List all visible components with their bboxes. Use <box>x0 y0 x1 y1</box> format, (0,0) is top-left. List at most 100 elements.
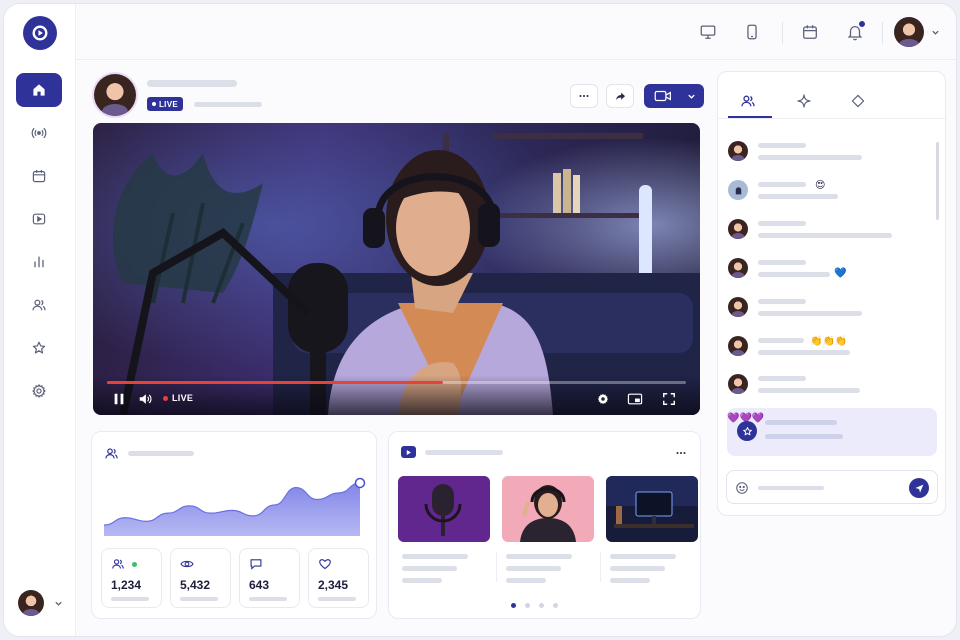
stat-value: 2,345 <box>318 578 349 592</box>
volume-button[interactable] <box>137 391 153 407</box>
mobile-view-button[interactable] <box>740 20 764 44</box>
home-icon <box>33 84 45 96</box>
chat-message: 👏👏👏 <box>728 334 938 358</box>
avatar <box>728 374 748 394</box>
send-icon <box>914 484 923 493</box>
video-thumbnail[interactable] <box>398 476 490 542</box>
avatar <box>728 180 748 200</box>
video-frame <box>93 123 700 415</box>
picture-in-picture-icon <box>627 393 643 405</box>
chat-emoji: 👏👏👏 <box>810 336 848 347</box>
carousel-dot[interactable] <box>525 603 530 608</box>
diamond-icon <box>851 94 865 108</box>
video-title-placeholder <box>506 554 572 559</box>
more-button[interactable] <box>570 84 598 108</box>
chat-name-placeholder <box>758 221 806 226</box>
online-dot <box>132 562 137 567</box>
video-thumbnail[interactable] <box>502 476 594 542</box>
video-meta-placeholder <box>402 566 457 571</box>
stat-value: 5,432 <box>180 578 211 592</box>
stat-value: 1,234 <box>111 578 142 592</box>
sidebar-item-broadcast[interactable] <box>16 116 62 150</box>
avatar <box>728 219 748 239</box>
chat-text-placeholder <box>758 350 850 355</box>
smiley-icon[interactable] <box>735 481 749 495</box>
play-logo-icon[interactable] <box>23 16 57 50</box>
tab-shapes[interactable] <box>838 86 878 116</box>
chat-text-placeholder <box>758 233 892 238</box>
live-indicator: LIVE <box>163 393 193 403</box>
sidebar-item-home[interactable] <box>16 73 62 107</box>
sidebar-item-audience[interactable] <box>16 288 62 322</box>
chat-panel: 😍 💙 👏👏👏 💜💜💜 <box>717 71 946 516</box>
camera-button[interactable] <box>644 84 704 108</box>
divider <box>600 552 601 582</box>
video-meta-placeholder <box>402 578 442 583</box>
desktop-view-button[interactable] <box>696 20 720 44</box>
picture-in-picture-button[interactable] <box>626 391 644 407</box>
send-button[interactable] <box>909 478 929 498</box>
sidebar <box>4 4 76 636</box>
chat-composer[interactable] <box>726 470 938 504</box>
gear-icon <box>597 393 609 405</box>
desktop-icon <box>700 25 716 39</box>
share-button[interactable] <box>606 84 634 108</box>
progress-bar[interactable] <box>107 381 686 384</box>
stat-viewers: 1,234 <box>101 548 162 608</box>
viewers-area-chart <box>103 477 366 536</box>
sidebar-item-favorites[interactable] <box>16 331 62 365</box>
more-dots-icon[interactable] <box>674 446 688 460</box>
users-icon <box>32 299 46 311</box>
profile-menu[interactable] <box>894 17 940 47</box>
sidebar-item-videos[interactable] <box>16 202 62 236</box>
chat-name-placeholder <box>758 260 806 265</box>
chat-text-placeholder <box>758 272 830 277</box>
carousel-pagination[interactable] <box>511 603 558 608</box>
chart-point[interactable] <box>354 477 366 489</box>
sidebar-item-calendar[interactable] <box>16 159 62 193</box>
calendar-icon <box>32 170 46 183</box>
message-input-placeholder[interactable] <box>758 486 824 490</box>
share-arrow-icon <box>615 92 625 100</box>
chevron-down-icon <box>55 601 62 606</box>
chat-name-placeholder <box>758 143 806 148</box>
account-menu[interactable] <box>18 590 63 616</box>
chevron-down-icon <box>932 30 939 35</box>
divider <box>496 552 497 582</box>
carousel-dot[interactable] <box>511 603 516 608</box>
settings-button[interactable] <box>595 391 611 407</box>
sidebar-item-settings[interactable] <box>16 374 62 408</box>
video-player[interactable]: LIVE <box>93 123 700 415</box>
card-title-placeholder <box>128 451 194 456</box>
avatar <box>728 258 748 278</box>
chat-name-placeholder <box>758 338 804 343</box>
chat-message <box>728 139 938 163</box>
pause-button[interactable] <box>111 391 127 407</box>
notifications-button[interactable] <box>843 20 867 44</box>
sidebar-item-analytics[interactable] <box>16 245 62 279</box>
tab-people[interactable] <box>728 86 768 116</box>
pause-icon <box>114 393 124 405</box>
sparkle-icon <box>797 94 811 108</box>
heart-icon <box>319 559 331 570</box>
schedule-button[interactable] <box>798 20 822 44</box>
chat-text-placeholder <box>758 194 838 199</box>
star-badge-icon <box>737 421 757 441</box>
chat-emoji: 😍 <box>815 180 826 191</box>
video-meta-placeholder <box>506 566 561 571</box>
video-title-placeholder <box>610 554 676 559</box>
bar-chart-icon <box>34 256 44 268</box>
streamer-avatar[interactable] <box>94 74 136 116</box>
divider <box>718 118 945 119</box>
viewers-icon <box>112 559 124 569</box>
tab-effects[interactable] <box>784 86 824 116</box>
highlighted-message: 💜💜💜 <box>727 408 937 456</box>
carousel-dot[interactable] <box>539 603 544 608</box>
fullscreen-button[interactable] <box>661 391 677 407</box>
video-thumbnail[interactable] <box>606 476 698 542</box>
carousel-dot[interactable] <box>553 603 558 608</box>
chat-name-placeholder <box>758 299 806 304</box>
video-title-placeholder <box>402 554 468 559</box>
streamer-thumbnail-image <box>502 476 594 542</box>
progress-fill <box>107 381 443 384</box>
